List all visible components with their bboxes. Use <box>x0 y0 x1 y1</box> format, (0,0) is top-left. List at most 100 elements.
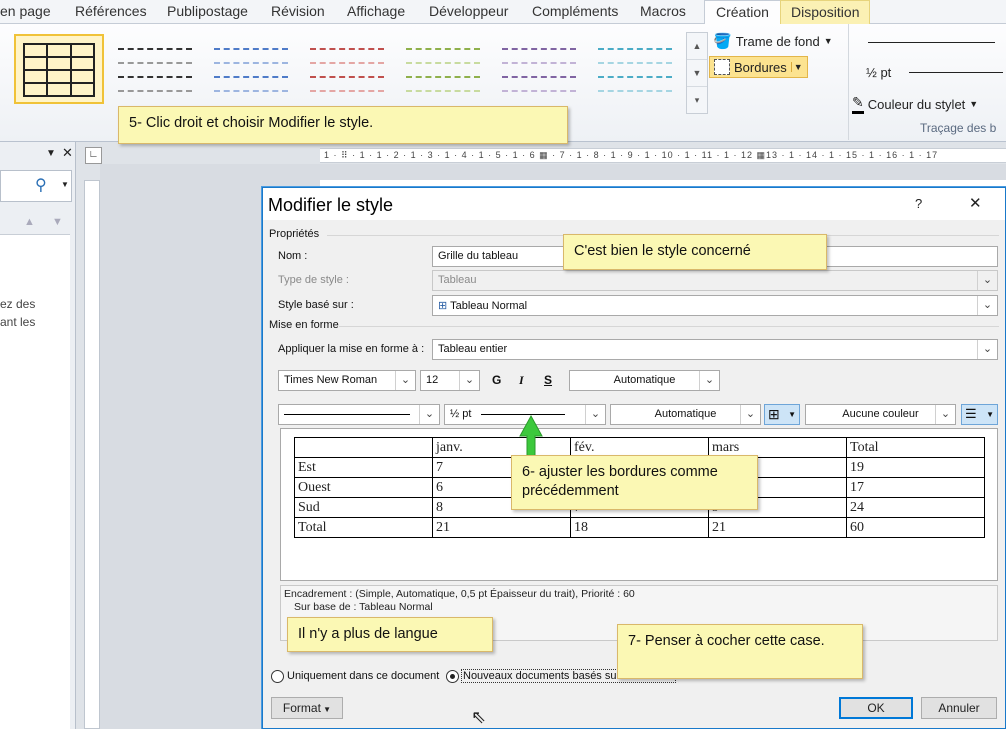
font-size-select[interactable]: 12 ⌄ <box>420 370 480 391</box>
radio-this-document-label[interactable]: Uniquement dans ce document <box>287 670 439 682</box>
based-on-select[interactable]: ⊞ Tableau Normal ⌄ <box>432 295 998 316</box>
style-type-label: Type de style : <box>278 274 349 286</box>
dropdown-arrow-icon[interactable]: ▼ <box>61 180 69 189</box>
table-cell: Ouest <box>294 477 433 498</box>
border-line-sample <box>284 413 410 415</box>
chevron-up-icon[interactable]: ▲ <box>24 216 35 228</box>
align-icon: ☰ <box>965 406 977 421</box>
border-color-value: Automatique <box>654 408 717 420</box>
chevron-down-icon[interactable]: ▼ <box>687 60 707 87</box>
font-color-value: Automatique <box>613 374 676 386</box>
dropdown-arrow-icon: ▼ <box>986 410 994 419</box>
style-shaded-gray[interactable] <box>110 34 200 104</box>
pen-color-button[interactable]: ✎ Couleur du stylet ▼ <box>852 94 978 114</box>
format-button[interactable]: Format ▼ <box>271 697 343 719</box>
pane-menu-icon[interactable]: ▼ <box>46 148 56 159</box>
help-icon[interactable]: ? <box>915 196 922 211</box>
style-type-value: Tableau <box>438 274 477 286</box>
chevron-down-icon: ⌄ <box>585 405 605 424</box>
tab-references[interactable]: Références <box>75 3 147 19</box>
style-grid-table[interactable] <box>14 34 104 104</box>
chevron-down-icon: ⌄ <box>395 371 415 390</box>
borders-button[interactable]: Bordures ▼ <box>709 56 808 78</box>
table-cell: 60 <box>846 517 985 538</box>
border-style-select[interactable]: ⌄ <box>278 404 440 425</box>
name-label: Nom : <box>278 250 308 262</box>
dropdown-arrow-icon[interactable]: ▼ <box>790 62 803 72</box>
borders-label: Bordures <box>734 59 787 75</box>
table-cell: 21 <box>708 517 847 538</box>
tab-macros[interactable]: Macros <box>640 3 686 19</box>
table-cell: 17 <box>846 477 985 498</box>
dropdown-arrow-icon: ▼ <box>823 36 833 46</box>
radio-this-document[interactable] <box>271 670 284 683</box>
chevron-up-icon[interactable]: ▲ <box>687 33 707 60</box>
apply-to-select[interactable]: Tableau entier ⌄ <box>432 339 998 360</box>
font-size-value: 12 <box>426 374 439 386</box>
font-color-select[interactable]: Automatique ⌄ <box>569 370 720 391</box>
vertical-ruler[interactable] <box>84 180 100 729</box>
tab-complements[interactable]: Compléments <box>532 3 618 19</box>
tab-affichage[interactable]: Affichage <box>347 3 405 19</box>
tab-selector-button[interactable]: ∟ <box>85 147 102 164</box>
tab-publipostage[interactable]: Publipostage <box>167 3 248 19</box>
chevron-down-icon: ⌄ <box>977 340 997 359</box>
shading-button[interactable]: 🪣 Trame de fond ▼ <box>713 32 833 50</box>
dropdown-arrow-icon: ▼ <box>320 705 332 714</box>
chevron-down-icon: ⌄ <box>459 371 479 390</box>
radio-new-documents[interactable] <box>446 670 459 683</box>
mouse-cursor-icon: ⇖ <box>471 707 487 727</box>
close-icon[interactable]: ✕ <box>62 145 73 161</box>
divider <box>339 326 999 327</box>
pane-results: ez des ant les <box>0 234 70 729</box>
ribbon-tabs: en page Références Publipostage Révision… <box>0 0 1006 25</box>
pen-style-line[interactable] <box>868 42 995 43</box>
gallery-scroll[interactable]: ▲ ▼ ▾ <box>686 32 708 114</box>
border-weight-value: ½ pt <box>450 408 472 420</box>
based-on-value: Tableau Normal <box>450 300 528 312</box>
tab-creation[interactable]: Création <box>704 0 781 25</box>
grid-table-icon <box>23 43 95 97</box>
style-shaded-blue[interactable] <box>206 34 296 104</box>
section-formatting: Mise en forme <box>269 319 339 331</box>
navigation-pane: ▼ ✕ ⚲ ▼ ▲ ▼ ez des ant les <box>0 142 76 729</box>
table-cell: 24 <box>846 497 985 518</box>
cancel-button[interactable]: Annuler <box>921 697 997 719</box>
border-color-select[interactable]: Automatique ⌄ <box>610 404 761 425</box>
close-icon[interactable]: ✕ <box>969 194 982 212</box>
ok-button[interactable]: OK <box>839 697 913 719</box>
alignment-button[interactable]: ☰ ▼ <box>961 404 998 425</box>
dialog-title: Modifier le style <box>268 195 394 215</box>
underline-button[interactable]: S <box>544 373 552 387</box>
pane-text: ez des <box>0 297 36 311</box>
style-shaded-red[interactable] <box>302 34 392 104</box>
font-select[interactable]: Times New Roman ⌄ <box>278 370 416 391</box>
style-type-select: Tableau ⌄ <box>432 270 998 291</box>
gallery-more-icon[interactable]: ▾ <box>687 87 707 114</box>
pen-weight[interactable]: ½ pt <box>866 65 1004 80</box>
chevron-down-icon: ⌄ <box>740 405 760 424</box>
search-input[interactable]: ⚲ ▼ <box>0 170 72 202</box>
horizontal-ruler[interactable]: 1 · ⠿ · 1 · 1 · 2 · 1 · 3 · 1 · 4 · 1 · … <box>320 148 1006 163</box>
style-shaded-green[interactable] <box>398 34 488 104</box>
chevron-down-icon: ⌄ <box>977 296 997 315</box>
table-cell: Total <box>294 517 433 538</box>
apply-to-value: Tableau entier <box>438 343 508 355</box>
group-label-draw: Traçage des b <box>920 121 997 135</box>
tab-developpeur[interactable]: Développeur <box>429 3 508 19</box>
shading-color-select[interactable]: Aucune couleur ⌄ <box>805 404 956 425</box>
chevron-down-icon[interactable]: ▼ <box>52 216 63 228</box>
table-row: Total 21 18 21 60 <box>294 517 985 538</box>
callout-right-click: 5- Clic droit et choisir Modifier le sty… <box>118 106 568 144</box>
description-line: Sur base de : Tableau Normal <box>294 601 433 613</box>
shading-value: Aucune couleur <box>842 408 919 420</box>
dialog-title-bar: Modifier le style ? ✕ <box>263 188 1005 220</box>
tab-revision[interactable]: Révision <box>271 3 325 19</box>
tab-disposition[interactable]: Disposition <box>780 0 871 24</box>
bold-button[interactable]: G <box>492 373 501 387</box>
italic-button[interactable]: I <box>519 373 524 388</box>
style-shaded-aqua[interactable] <box>590 34 680 104</box>
tab-mise-en-page[interactable]: en page <box>0 3 51 19</box>
style-shaded-purple[interactable] <box>494 34 584 104</box>
borders-grid-button[interactable]: ⊞ ▼ <box>764 404 800 425</box>
